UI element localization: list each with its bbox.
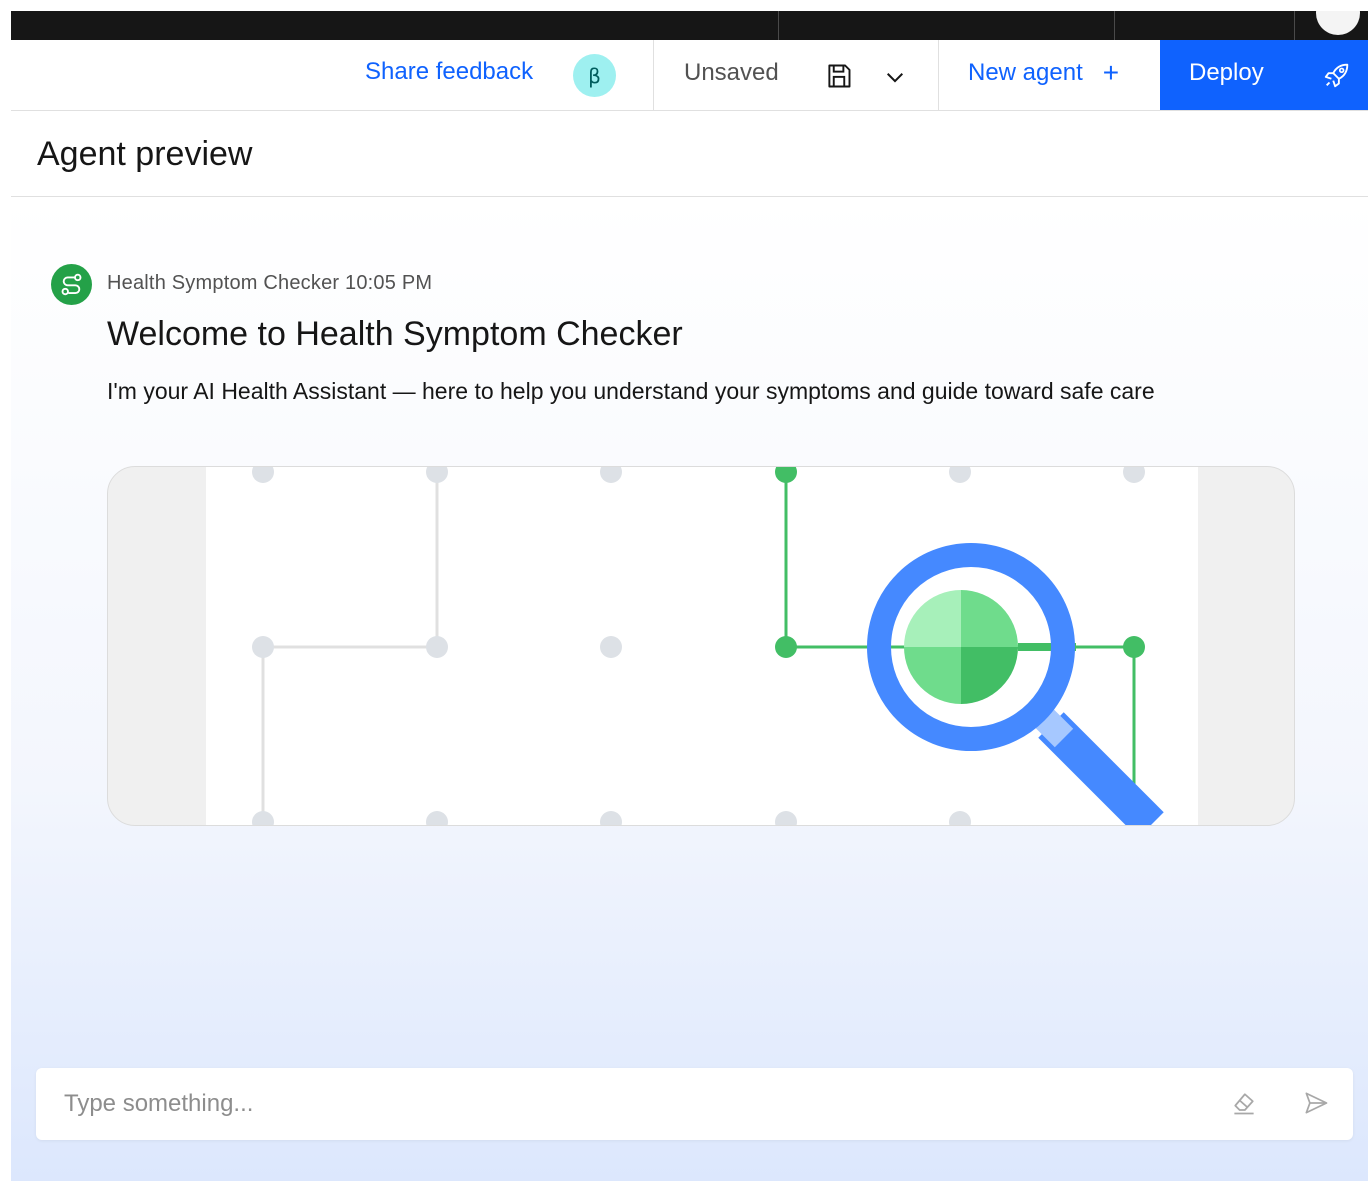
top-bar-divider	[778, 11, 779, 40]
flow-icon	[61, 273, 82, 296]
top-bar-divider	[1294, 11, 1295, 40]
beta-badge: β	[573, 54, 616, 97]
deploy-button[interactable]: Deploy	[1160, 40, 1368, 110]
message-time: 10:05 PM	[345, 272, 433, 294]
toolbar-divider	[653, 40, 654, 110]
new-agent-label: New agent	[968, 59, 1083, 86]
message-body: I'm your AI Health Assistant — here to h…	[107, 378, 1155, 404]
share-feedback-link[interactable]: Share feedback	[365, 58, 533, 86]
save-icon[interactable]	[825, 62, 853, 90]
message-title: Welcome to Health Symptom Checker	[107, 315, 683, 353]
save-status: Unsaved	[684, 59, 779, 86]
chat-input[interactable]	[64, 1084, 1164, 1124]
send-icon[interactable]	[1302, 1089, 1330, 1117]
agent-name: Health Symptom Checker	[107, 272, 340, 294]
chevron-down-icon[interactable]	[882, 64, 908, 90]
chat-area: Health Symptom Checker 10:05 PM Welcome …	[11, 198, 1368, 1181]
toolbar: Share feedback β Unsaved New agent + Dep…	[11, 40, 1368, 111]
top-bar	[11, 11, 1368, 40]
rocket-icon	[1324, 63, 1349, 88]
agent-avatar	[51, 264, 92, 305]
user-avatar[interactable]	[1316, 11, 1360, 35]
app-frame: Share feedback β Unsaved New agent + Dep…	[11, 11, 1368, 1181]
preview-header: Agent preview	[11, 111, 1368, 197]
top-bar-divider	[1114, 11, 1115, 40]
symptom-search-illustration	[206, 467, 1198, 825]
new-agent-button[interactable]: New agent +	[968, 59, 1119, 87]
chat-input-box	[36, 1068, 1353, 1140]
welcome-illustration	[107, 466, 1295, 826]
message-meta: Health Symptom Checker 10:05 PM	[107, 272, 432, 295]
plus-icon: +	[1102, 57, 1120, 88]
toolbar-divider	[938, 40, 939, 110]
deploy-label: Deploy	[1189, 59, 1264, 86]
eraser-icon[interactable]	[1230, 1089, 1258, 1117]
page-title: Agent preview	[37, 135, 253, 173]
